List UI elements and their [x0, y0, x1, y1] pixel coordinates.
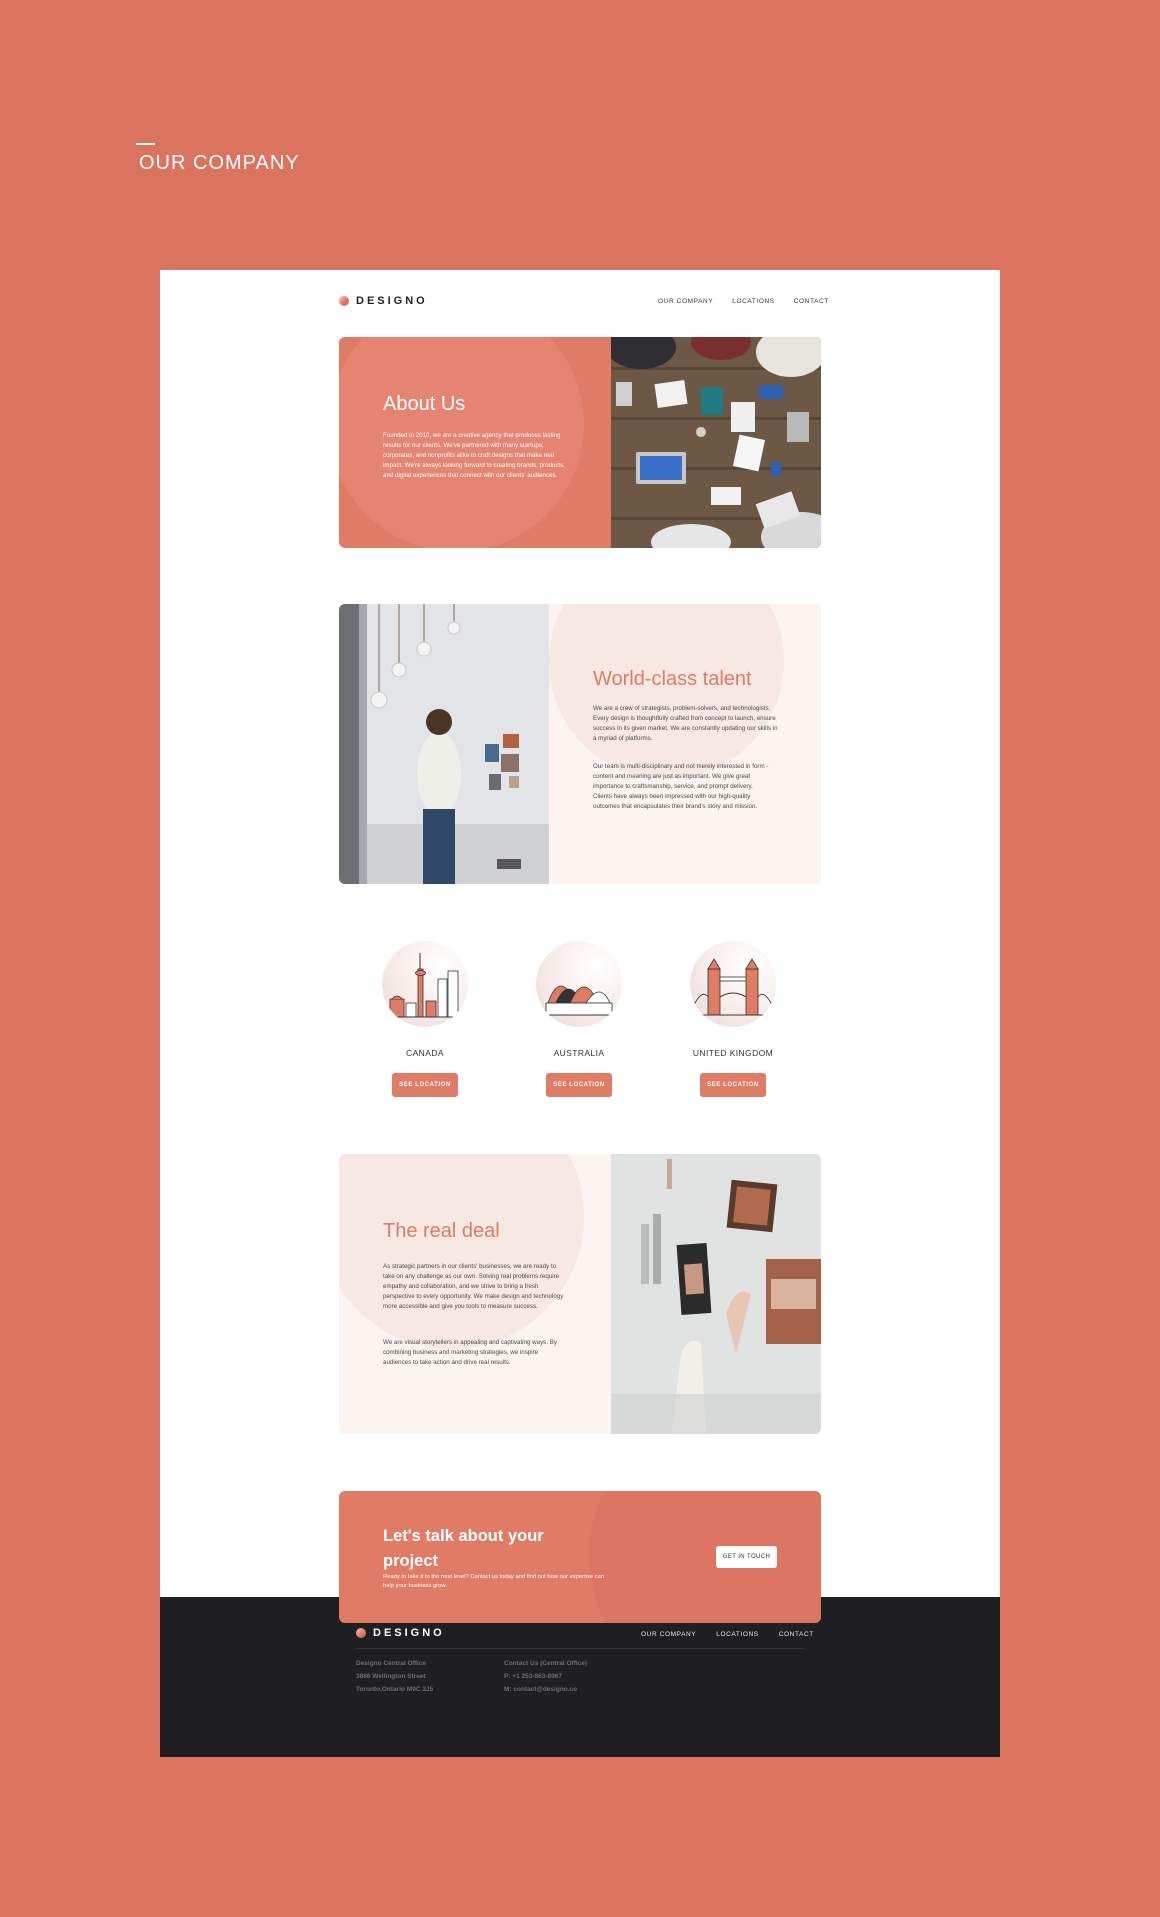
cta-heading-line-2: project: [383, 1552, 439, 1570]
cta-text: Ready to take it to the next level? Cont…: [383, 1574, 605, 1589]
footer-logo[interactable]: DESIGNO: [356, 1627, 445, 1639]
real-deal-paragraph-1: As strategic partners in our clients' bu…: [383, 1263, 564, 1310]
talent-photo: [339, 604, 549, 884]
footer-nav-our-company[interactable]: OUR COMPANY: [641, 1631, 696, 1638]
see-location-canada-button[interactable]: SEE LOCATION: [392, 1073, 458, 1097]
nav-contact[interactable]: CONTACT: [794, 298, 829, 305]
get-in-touch-button[interactable]: GET IN TOUCH: [716, 1546, 777, 1568]
moodboard-illustration: [611, 1154, 821, 1434]
header-logo[interactable]: DESIGNO: [339, 295, 428, 307]
see-location-uk-button[interactable]: SEE LOCATION: [700, 1073, 766, 1097]
talent-paragraph-2: Our team is multi-disciplinary and not m…: [593, 763, 769, 810]
footer-contact-info: Contact Us (Central Office) P: +1 253-86…: [504, 1657, 587, 1696]
real-deal-photo: [611, 1154, 821, 1434]
real-deal-paragraph-2: We are visual storytellers in appealing …: [383, 1339, 557, 1366]
location-name-canada: CANADA: [406, 1048, 444, 1058]
location-name-uk: UNITED KINGDOM: [692, 1048, 774, 1058]
sydney-opera-house-icon: [540, 985, 618, 1016]
canada-location-circle: [382, 941, 468, 1027]
real-deal-bg-circle: [339, 1154, 584, 1349]
about-card: About Us Founded in 2010, we are a creat…: [339, 337, 821, 548]
footer-divider: [356, 1648, 804, 1649]
footer-logo-mark-icon: [356, 1628, 366, 1638]
about-text: Founded in 2010, we are a creative agenc…: [383, 432, 565, 479]
cta-heading: Let's talk about your project: [383, 1524, 544, 1574]
header-nav: OUR COMPANY LOCATIONS CONTACT: [658, 298, 829, 305]
real-deal-heading: The real deal: [383, 1220, 500, 1242]
nav-locations[interactable]: LOCATIONS: [732, 298, 774, 305]
footer-nav: OUR COMPANY LOCATIONS CONTACT: [641, 1631, 814, 1638]
logo-text: DESIGNO: [356, 295, 428, 307]
website-mockup: DESIGNO OUR COMPANY LOCATIONS CONTACT Ab…: [160, 270, 1000, 1757]
talent-paragraph-1: We are a crew of strategists, problem-so…: [593, 705, 778, 742]
australia-location-circle: [536, 941, 622, 1027]
nav-our-company[interactable]: OUR COMPANY: [658, 298, 713, 305]
location-name-australia: AUSTRALIA: [553, 1048, 605, 1058]
footer-office-line-3: Toronto,Ontario M9C 3J5: [356, 1686, 434, 1693]
team-table-illustration: [611, 337, 821, 548]
footer-office-line-1: Designo Central Office: [356, 1660, 427, 1667]
footer-contact-email[interactable]: M: contact@designo.co: [504, 1683, 587, 1696]
page-title: OUR COMPANY: [139, 152, 300, 174]
footer-nav-locations[interactable]: LOCATIONS: [716, 1631, 758, 1638]
about-photo: [611, 337, 821, 548]
see-location-australia-button[interactable]: SEE LOCATION: [546, 1073, 612, 1097]
toronto-skyline-icon: [386, 953, 464, 1018]
talent-card: World-class talent We are a crew of stra…: [339, 604, 821, 884]
footer-logo-text: DESIGNO: [373, 1627, 445, 1639]
talent-heading: World-class talent: [593, 668, 752, 690]
tower-bridge-icon: [693, 958, 773, 1016]
cta-bg-circle: [589, 1491, 821, 1623]
cta-heading-line-1: Let's talk about your: [383, 1527, 544, 1545]
logo-mark-icon: [339, 296, 349, 306]
uk-location-circle: [690, 941, 776, 1027]
real-deal-card: The real deal As strategic partners in o…: [339, 1154, 821, 1434]
about-heading: About Us: [383, 393, 466, 415]
woman-gallery-illustration: [339, 604, 549, 884]
heading-dash: [136, 143, 155, 145]
footer-contact-line-1: Contact Us (Central Office): [504, 1660, 588, 1667]
footer-office-line-2: 3886 Wellington Street: [356, 1673, 426, 1680]
footer-contact-phone[interactable]: P: +1 253-863-8967: [504, 1670, 587, 1683]
footer-nav-contact[interactable]: CONTACT: [779, 1631, 814, 1638]
talent-bg-circle: [549, 604, 784, 779]
footer-office-address: Designo Central Office 3886 Wellington S…: [356, 1657, 433, 1696]
cta-card: Let's talk about your project Ready to t…: [339, 1491, 821, 1623]
